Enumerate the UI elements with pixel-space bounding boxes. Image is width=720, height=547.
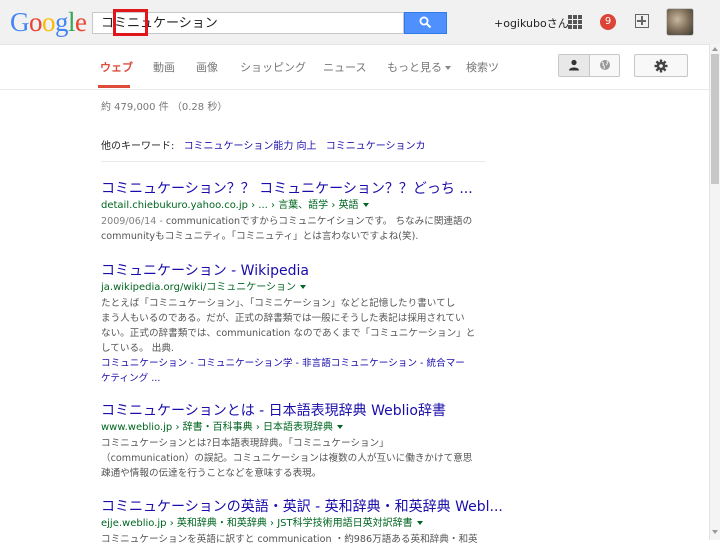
search-result: コミニュケーションとは - 日本語表現辞典 Weblio辞書 www.webli… [101, 402, 481, 481]
apps-grid-icon[interactable] [568, 15, 582, 29]
result-snippet: コミニュケーションとは?日本語表現辞典。「コミニュケーション」 （communi… [101, 436, 481, 481]
snippet-line: communityもコミュニティ。「コミニュティ」とは言わないですよね(笑). [101, 231, 419, 242]
google-logo[interactable]: Google [10, 6, 87, 38]
result-url-text: ejje.weblio.jp › 英和辞典・和英辞典 › JST科学技術用語日英… [101, 518, 413, 529]
logo-letter: o [29, 7, 43, 37]
active-tab-indicator [98, 85, 130, 88]
personal-results-button[interactable] [559, 55, 590, 76]
snippet-line: コミニュケーションとは?日本語表現辞典。「コミニュケーション」 [101, 438, 389, 449]
result-title-link[interactable]: コミュニケーション - Wikipedia [101, 262, 481, 280]
tab-more-label: もっと見る [387, 61, 442, 74]
result-url: detail.chiebukuro.yahoo.co.jp › ... › 言葉… [101, 198, 481, 214]
tab-search-tools[interactable]: 検索ツ [466, 59, 499, 75]
tab-shopping[interactable]: ショッピング [240, 59, 306, 75]
result-sitelinks[interactable]: コミュニケーション - コミュニケーション学 - 非言語コミュニケーション - … [101, 356, 481, 386]
globe-icon[interactable] [599, 59, 611, 71]
dropdown-caret-icon[interactable] [362, 203, 369, 207]
tab-news[interactable]: ニュース [323, 59, 366, 75]
tab-more[interactable]: もっと見る [387, 59, 451, 75]
logo-letter: e [75, 7, 87, 37]
result-url-text: www.weblio.jp › 辞書・百科事典 › 日本語表現辞典 [101, 422, 333, 433]
dropdown-caret-icon[interactable] [300, 285, 307, 289]
search-result: コミニュケーション？？ コミュニケーション？？どっち ... detail.ch… [101, 180, 481, 244]
result-url-text: detail.chiebukuro.yahoo.co.jp › ... › 言葉… [101, 200, 359, 211]
dropdown-caret-icon[interactable] [337, 425, 343, 429]
related-keywords: 他のキーワード: コミニュケーション能力 向上 コミニュケーションカ [101, 137, 426, 152]
top-bar: Google コミニュケーション +ogikuboさん 9 [0, 0, 720, 45]
snippet-line: まう人もいるのである。だが、正式の辞書類では一般にそうした表記は採用されてい [101, 313, 465, 324]
result-snippet: 2009/06/14 - communicationですからコミュニケイションで… [101, 214, 481, 244]
tab-videos[interactable]: 動画 [153, 59, 175, 75]
gear-icon [654, 59, 668, 73]
snippet-line: communicationですからコミュニケイションです。 ちなみに関連語の [165, 216, 473, 227]
scroll-down-arrow-icon[interactable] [712, 530, 718, 534]
related-keyword-link[interactable]: コミニュケーションカ [326, 141, 426, 152]
tab-web[interactable]: ウェブ [100, 59, 133, 75]
share-plus-icon[interactable] [635, 14, 649, 28]
highlight-annotation-box [113, 9, 148, 36]
person-icon [569, 59, 579, 71]
page-scrollbar[interactable] [709, 44, 720, 540]
logo-letter: G [10, 7, 30, 37]
logo-letter: o [42, 7, 56, 37]
avatar[interactable] [666, 8, 694, 36]
logo-letter: g [55, 7, 69, 37]
snippet-line: している。 出典. [101, 343, 174, 354]
personal-results-toggle[interactable] [558, 54, 620, 77]
snippet-line: ない。正式の辞書類では、communication なのであくまで「コミュニケー… [101, 328, 476, 339]
result-title-link[interactable]: コミニュケーション？？ コミュニケーション？？どっち ... [101, 180, 481, 198]
result-snippet: たとえば「コミニュケーション」、「コミニケーション」などと記憶したり書いてし ま… [101, 296, 481, 356]
tab-images[interactable]: 画像 [196, 59, 218, 75]
related-keyword-link[interactable]: コミニュケーション能力 向上 [184, 141, 317, 152]
divider [101, 161, 486, 162]
logo-letter: l [68, 7, 76, 37]
result-title-link[interactable]: コミニュケーションの英語・英訳 - 英和辞典・和英辞典 Webl... [101, 498, 503, 516]
sitelinks-line[interactable]: コミュニケーション - コミュニケーション学 - 非言語コミュニケーション - … [101, 356, 481, 371]
chevron-down-icon [445, 66, 451, 70]
search-result: コミュニケーション - Wikipedia ja.wikipedia.org/w… [101, 262, 481, 386]
snippet-line: たとえば「コミニュケーション」、「コミニケーション」などと記憶したり書いてし [101, 298, 456, 309]
snippet-line: （communication）の誤記。コミュニケーションは複数の人が互いに働きか… [101, 453, 473, 464]
settings-button[interactable] [634, 54, 688, 77]
result-url: www.weblio.jp › 辞書・百科事典 › 日本語表現辞典 [101, 420, 481, 436]
sitelinks-line[interactable]: ケティング ... [101, 371, 481, 386]
result-url: ejje.weblio.jp › 英和辞典・和英辞典 › JST科学技術用語日英… [101, 516, 481, 532]
search-tabs-bar: ウェブ 動画 画像 ショッピング ニュース もっと見る 検索ツ [0, 45, 710, 90]
scrollbar-thumb[interactable] [711, 54, 719, 184]
result-title-link[interactable]: コミニュケーションとは - 日本語表現辞典 Weblio辞書 [101, 402, 481, 420]
search-icon [419, 16, 432, 29]
result-url: ja.wikipedia.org/wiki/コミュニケーション [101, 280, 481, 296]
result-date: 2009/06/14 - [101, 216, 166, 227]
notification-badge[interactable]: 9 [600, 14, 616, 30]
dropdown-caret-icon[interactable] [416, 521, 423, 525]
snippet-line: 疎通や情報の伝達を行うことなどを意味する表現。 [101, 468, 322, 479]
user-name-link[interactable]: +ogikuboさん [494, 15, 569, 31]
result-url-text: ja.wikipedia.org/wiki/コミュニケーション [101, 282, 297, 293]
search-button[interactable] [404, 12, 447, 34]
scroll-up-arrow-icon[interactable] [712, 47, 718, 51]
result-stats: 約 479,000 件 （0.28 秒） [101, 102, 228, 113]
related-keywords-label: 他のキーワード: [101, 141, 175, 152]
